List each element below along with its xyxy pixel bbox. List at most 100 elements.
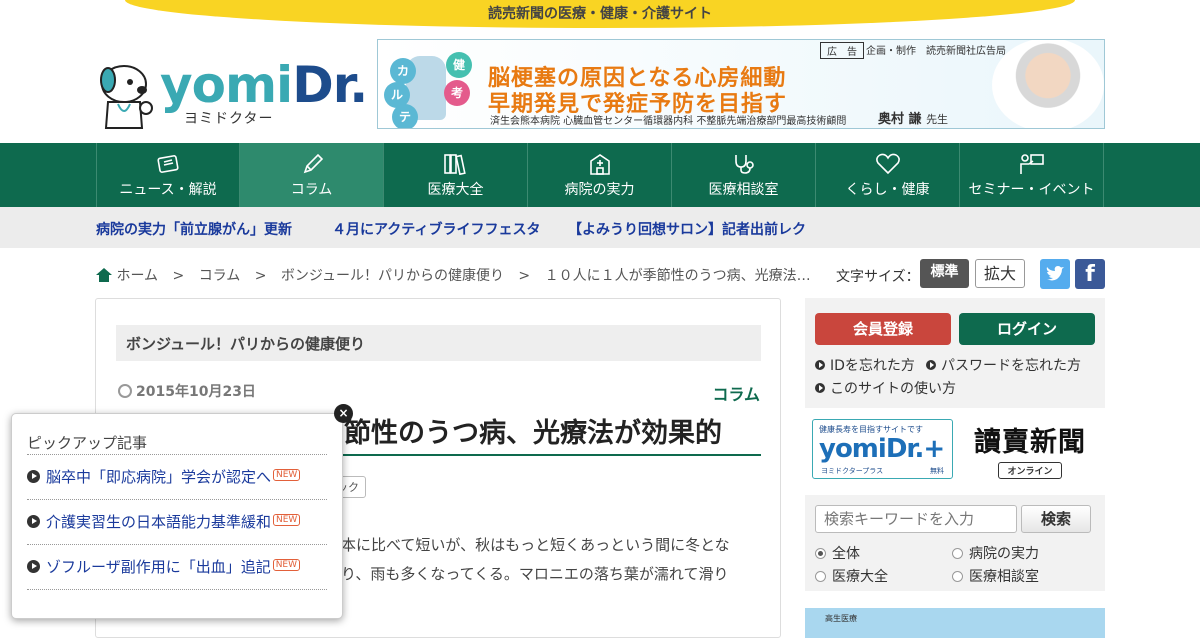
radio-icon: [815, 571, 826, 582]
pickup-popup: ピックアップ記事 脳卒中「即応病院」学会が認定へ NEW 介護実習生の日本語能力基…: [11, 413, 343, 619]
search-scope-radio[interactable]: 全体: [815, 543, 860, 563]
article-category[interactable]: コラム: [712, 381, 760, 405]
twitter-bird-icon: [1046, 265, 1064, 281]
font-size-standard-button[interactable]: 標準: [920, 259, 969, 288]
news-ticker: 病院の実力「前立腺がん」更新 ４月にアクティブライフフェスタ 【よみうり回想サロ…: [0, 207, 1200, 248]
home-icon: [96, 268, 112, 282]
font-size-large-button[interactable]: 拡大: [975, 259, 1025, 288]
logo-wordmark-dr: Dr.: [292, 56, 368, 114]
search-scope-label: 病院の実力: [969, 546, 1039, 562]
ad-credit: 済生会熊本病院 心臓血管センター循環器内科 不整脈先端治療部門最高技術顧問: [490, 116, 847, 127]
ad-bubble: カ: [390, 58, 416, 84]
forgot-password-label: パスワードを忘れた方: [941, 358, 1081, 374]
radio-icon: [952, 571, 963, 582]
nav-column-label: コラム: [290, 182, 333, 198]
nav-encyclopedia-label: 医療大全: [427, 182, 484, 198]
site-tagline: 読売新聞の医療・健康・介護サイト: [488, 6, 712, 22]
plus-logo: yomiDr.+: [819, 434, 945, 464]
pickup-item[interactable]: ゾフルーザ副作用に「出血」追記 NEW: [27, 544, 327, 590]
pickup-item[interactable]: 介護実習生の日本語能力基準緩和 NEW: [27, 499, 327, 545]
play-circle-icon: [27, 560, 40, 573]
breadcrumb-home[interactable]: ホーム: [96, 268, 158, 284]
main-nav-inner: ニュース・解説 コラム 医療大全 病院の実力 医療相談室 くらし・健康 セミナー…: [96, 143, 1105, 207]
article-date: 2015年10月23日: [118, 381, 256, 401]
howto-label: このサイトの使い方: [830, 381, 956, 397]
search-box: 検索 全体 病院の実力 医療大全 医療相談室: [805, 495, 1105, 591]
books-icon: [384, 153, 527, 179]
ad-bubble: 考: [444, 80, 470, 106]
howto-link[interactable]: このサイトの使い方: [815, 378, 956, 398]
register-button[interactable]: 会員登録: [815, 313, 951, 345]
arrow-circle-icon: [815, 383, 825, 393]
ad-doctor-suffix: 先生: [926, 113, 949, 126]
twitter-button[interactable]: [1040, 259, 1070, 289]
ad-label: 広 告: [820, 42, 864, 59]
play-circle-icon: [27, 470, 40, 483]
nav-news-label: ニュース・解説: [119, 182, 217, 198]
ad-bubble: 健: [446, 52, 472, 78]
facebook-button[interactable]: f: [1075, 259, 1105, 289]
facebook-icon: f: [1085, 262, 1095, 287]
pickup-item-label: ゾフルーザ副作用に「出血」追記: [46, 558, 271, 576]
search-scope-radio[interactable]: 医療相談室: [952, 566, 1039, 586]
nav-column[interactable]: コラム: [240, 143, 384, 207]
new-badge: NEW: [272, 559, 301, 571]
nav-seminar-label: セミナー・イベント: [968, 182, 1095, 198]
breadcrumb-separator: >: [172, 268, 185, 284]
login-button[interactable]: ログイン: [959, 313, 1095, 345]
yomiuri-name: 讀賣新聞: [974, 427, 1086, 458]
radio-selected-icon: [815, 548, 826, 559]
ticker-link[interactable]: 病院の実力「前立腺がん」更新: [96, 219, 292, 239]
logo-wordmark: yomiDr.: [160, 56, 368, 114]
portal-text: 高生医療: [825, 614, 857, 623]
pickup-item[interactable]: 脳卒中「即応病院」学会が認定へ NEW: [27, 454, 327, 500]
nav-consultation[interactable]: 医療相談室: [672, 143, 816, 207]
forgot-password-link[interactable]: パスワードを忘れた方: [926, 355, 1081, 375]
pickup-item-label: 脳卒中「即応病院」学会が認定へ: [46, 468, 272, 486]
nav-lifestyle-label: くらし・健康: [845, 182, 930, 198]
clock-icon: [118, 384, 132, 398]
search-button[interactable]: 検索: [1021, 505, 1091, 533]
play-circle-icon: [27, 515, 40, 528]
article-headline-text: 節性のうつ病、光療法が効果的: [344, 418, 722, 449]
breadcrumb-item[interactable]: ボンジュール！パリからの健康便り: [281, 268, 504, 284]
ticker-link[interactable]: 【よみうり回想サロン】記者出前レク: [568, 219, 806, 239]
header-ad-banner[interactable]: カ ル テ 健 考 広 告 企画・制作 読売新聞社広告局 脳梗塞の原因となる心房…: [377, 39, 1105, 129]
arrow-circle-icon: [926, 360, 936, 370]
search-scope-radio[interactable]: 病院の実力: [952, 543, 1039, 563]
logo-subtitle: ヨミドクター: [184, 111, 274, 127]
nav-lifestyle[interactable]: くらし・健康: [816, 143, 960, 207]
plus-free-label: 無料: [930, 467, 944, 475]
series-title: ボンジュール！パリからの健康便り: [116, 325, 761, 361]
presenter-icon: [960, 153, 1103, 179]
pickup-close-button[interactable]: ×: [334, 404, 353, 423]
nav-seminar[interactable]: セミナー・イベント: [960, 143, 1104, 207]
nav-news[interactable]: ニュース・解説: [96, 143, 240, 207]
member-box: 会員登録 ログイン IDを忘れた方 パスワードを忘れた方 このサイトの使い方: [805, 298, 1105, 408]
yomiuri-online-banner[interactable]: 讀賣新聞 オンライン: [960, 420, 1100, 479]
breadcrumb-item[interactable]: コラム: [199, 268, 241, 284]
ticker-link[interactable]: ４月にアクティブライフフェスタ: [332, 219, 540, 239]
breadcrumb: ホーム > コラム > ボンジュール！パリからの健康便り > １０人に１人が季節…: [96, 265, 811, 285]
yomiuri-online-label: オンライン: [998, 462, 1062, 479]
portal-banner[interactable]: 高生医療: [805, 608, 1105, 638]
search-input[interactable]: [815, 505, 1017, 533]
ad-doctor-name: 奥村 謙 先生: [878, 108, 948, 127]
pickup-item-label: 介護実習生の日本語能力基準緩和: [46, 513, 272, 531]
search-scope-label: 全体: [832, 546, 860, 562]
nav-hospital[interactable]: 病院の実力: [528, 143, 672, 207]
stethoscope-icon: [672, 153, 815, 179]
nav-encyclopedia[interactable]: 医療大全: [384, 143, 528, 207]
site-logo[interactable]: yomiDr. ヨミドクター: [94, 56, 368, 130]
ad-bubble: テ: [392, 104, 418, 128]
search-scope-radio[interactable]: 医療大全: [815, 566, 888, 586]
nav-consultation-label: 医療相談室: [708, 182, 779, 198]
article-date-text: 2015年10月23日: [136, 384, 256, 400]
news-icon: [97, 153, 239, 179]
forgot-id-link[interactable]: IDを忘れた方: [815, 355, 915, 375]
heart-icon: [816, 153, 959, 179]
search-scope-label: 医療大全: [832, 569, 888, 585]
yomidr-plus-banner[interactable]: 健康長寿を目指すサイトです yomiDr.+ ヨミドクタープラス 無料: [812, 419, 953, 479]
arrow-circle-icon: [815, 360, 825, 370]
ad-sponsor: 企画・制作 読売新聞社広告局: [866, 46, 1006, 57]
